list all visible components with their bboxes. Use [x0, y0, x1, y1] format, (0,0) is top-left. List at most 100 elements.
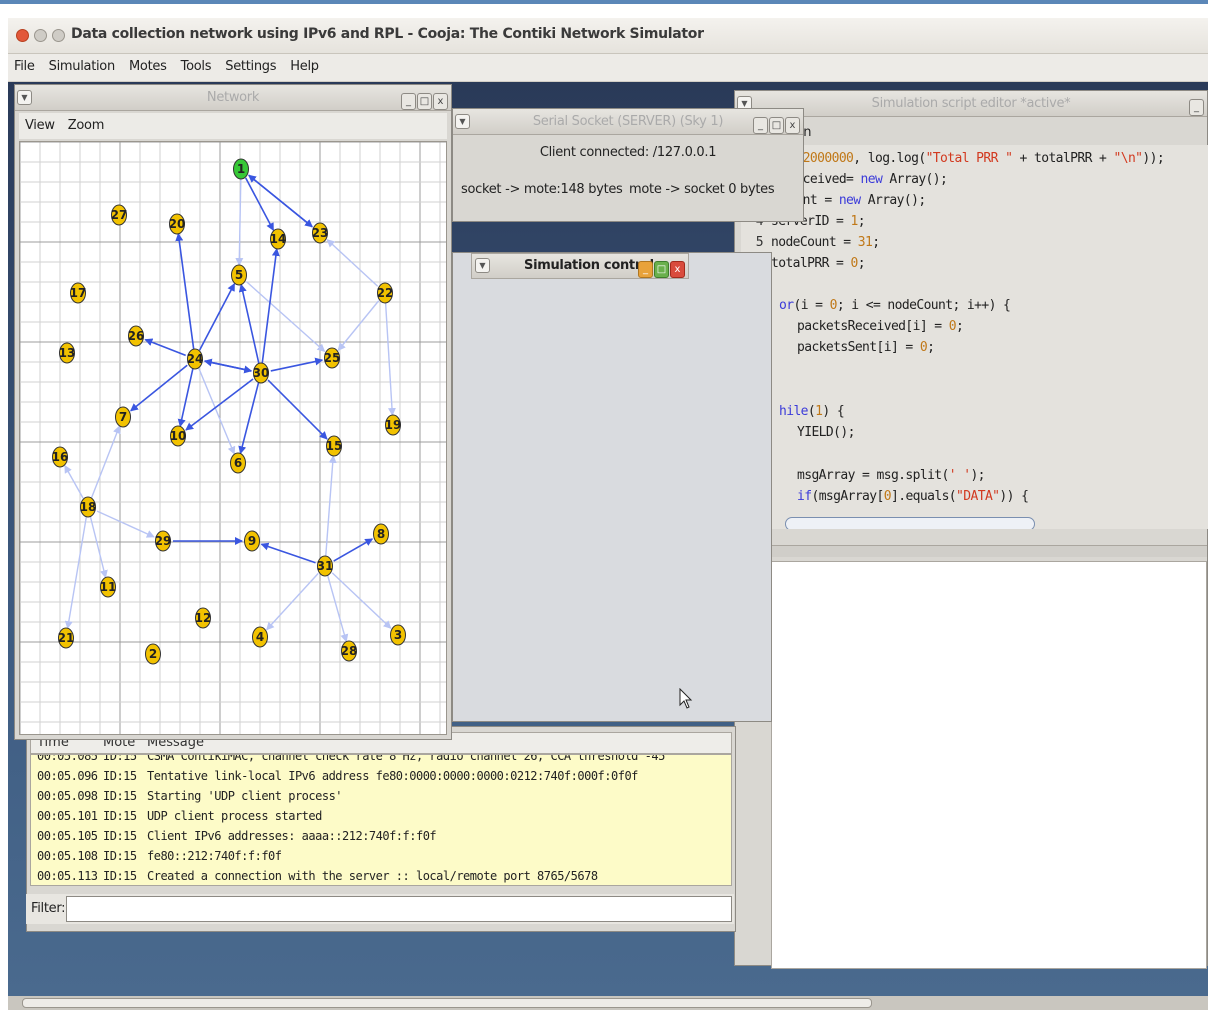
mote-node[interactable]: 6 — [230, 452, 246, 474]
filter-input[interactable] — [66, 896, 732, 922]
mote-to-socket-stat: mote -> socket 0 bytes — [629, 182, 775, 197]
mote-node-label: 21 — [58, 631, 75, 645]
sim-control-buttons: _ □ x — [637, 257, 685, 278]
network-link — [238, 283, 260, 364]
mote-node[interactable]: 13 — [59, 342, 76, 364]
mote-node[interactable]: 4 — [252, 626, 268, 648]
code-horizontal-scrollbar[interactable] — [785, 517, 1035, 529]
mote-node-label: 18 — [80, 500, 97, 514]
mote-node[interactable]: 18 — [80, 496, 97, 518]
serial-socket-close-icon[interactable]: x — [785, 117, 800, 134]
mote-node[interactable]: 23 — [312, 222, 329, 244]
mote-node[interactable]: 15 — [326, 435, 343, 457]
mote-node-label: 23 — [312, 226, 329, 240]
mote-node-label: 22 — [377, 286, 394, 300]
network-window: Network ▼ _ □ x View Zoom 1 27 20 14 23 5 17 22 26… — [14, 84, 452, 740]
menu-help[interactable]: Help — [284, 54, 321, 74]
network-link — [267, 379, 328, 440]
mote-node[interactable]: 21 — [58, 627, 75, 649]
network-link — [203, 358, 252, 372]
script-split-divider[interactable] — [771, 545, 1207, 557]
serial-socket-maximize-icon[interactable]: □ — [769, 117, 784, 134]
network-title: Network — [206, 90, 260, 105]
top-accent-line — [0, 0, 1208, 4]
sim-control-titlebar: ▼ Simulation control _ □ x — [471, 253, 689, 279]
window-close-icon[interactable] — [16, 29, 29, 42]
mote-node[interactable]: 17 — [70, 282, 87, 304]
mote-node[interactable]: 28 — [341, 640, 358, 662]
network-menu-icon[interactable]: ▼ — [17, 90, 32, 105]
mote-node[interactable]: 1 — [233, 158, 249, 180]
mote-node-label: 29 — [155, 534, 172, 548]
network-link — [175, 232, 195, 350]
mote-node-label: 24 — [187, 352, 204, 366]
window-maximize-icon[interactable] — [52, 29, 65, 42]
mote-node[interactable]: 7 — [115, 406, 131, 428]
script-editor-window: Simulation script editor *active* ▼ _ un… — [734, 90, 1208, 969]
mote-node[interactable]: 26 — [128, 325, 145, 347]
menu-file[interactable]: File — [8, 54, 38, 74]
menu-motes[interactable]: Motes — [123, 54, 170, 74]
mote-node-label: 3 — [394, 628, 402, 642]
mote-node[interactable]: 30 — [253, 362, 270, 384]
bottom-scrollbar-thumb[interactable] — [22, 998, 872, 1008]
network-link — [327, 575, 349, 643]
mote-node[interactable]: 22 — [377, 282, 394, 304]
network-minimize-icon[interactable]: _ — [401, 93, 416, 110]
serial-socket-minimize-icon[interactable]: _ — [753, 117, 768, 134]
mote-node[interactable]: 19 — [385, 414, 402, 436]
mote-node[interactable]: 8 — [373, 523, 389, 545]
window-minimize-icon[interactable] — [34, 29, 47, 42]
serial-socket-menu-icon[interactable]: ▼ — [455, 114, 470, 129]
sim-control-menu-icon[interactable]: ▼ — [475, 258, 490, 273]
script-editor-minimize-icon[interactable]: _ — [1189, 99, 1204, 116]
mote-node[interactable]: 10 — [170, 425, 187, 447]
simulation-control-window: ▼ Simulation control _ □ x — [452, 252, 772, 722]
network-link — [198, 282, 236, 351]
network-graph[interactable]: 1 27 20 14 23 5 17 22 26 13 24 25 30 7 19 10 15 16 6 18 8 29 9… — [19, 141, 447, 735]
mote-node[interactable]: 16 — [52, 446, 69, 468]
mote-node[interactable]: 31 — [317, 555, 334, 577]
menu-simulation[interactable]: Simulation — [43, 54, 118, 74]
sim-control-maximize-icon[interactable]: □ — [654, 261, 669, 278]
socket-to-mote-stat: socket -> mote:148 bytes — [461, 182, 623, 197]
mote-node[interactable]: 9 — [244, 530, 260, 552]
network-link — [177, 368, 194, 428]
network-menu-zoom[interactable]: Zoom — [62, 113, 107, 133]
network-link — [89, 516, 108, 579]
mote-node[interactable]: 24 — [187, 348, 204, 370]
serial-socket-window: Serial Socket (SERVER) (Sky 1) ▼ _ □ x Cli… — [452, 108, 804, 222]
mote-node-label: 26 — [128, 329, 145, 343]
network-link — [260, 542, 316, 564]
network-link — [337, 300, 380, 352]
mote-node[interactable]: 20 — [169, 213, 186, 235]
mote-node-label: 6 — [234, 456, 242, 470]
mote-node[interactable]: 11 — [100, 576, 117, 598]
mote-node[interactable]: 14 — [270, 228, 287, 250]
mote-node[interactable]: 2 — [145, 643, 161, 665]
mote-node[interactable]: 27 — [111, 204, 128, 226]
network-link — [245, 281, 326, 353]
network-close-icon[interactable]: x — [433, 93, 448, 110]
mote-node-label: 14 — [270, 232, 287, 246]
menu-tools[interactable]: Tools — [175, 54, 215, 74]
network-graph-svg[interactable]: 1272014 23517 222613 24 2530719101516 618829 9… — [20, 142, 447, 735]
network-maximize-icon[interactable]: □ — [417, 93, 432, 110]
sim-control-close-icon[interactable]: x — [670, 261, 685, 278]
script-editor-buttons: _ — [1188, 95, 1204, 116]
mote-node[interactable]: 29 — [155, 530, 172, 552]
mote-node[interactable]: 12 — [195, 607, 212, 629]
mote-node[interactable]: 3 — [390, 624, 406, 646]
mote-node-label: 27 — [111, 208, 128, 222]
log-filter-row: Filter: — [26, 894, 734, 924]
script-code-editor[interactable]: T(12000000, log.log("Total PRR " + total… — [741, 145, 1208, 529]
network-menu-view[interactable]: View — [19, 113, 58, 133]
mote-node[interactable]: 25 — [324, 347, 341, 369]
mote-node[interactable]: 5 — [231, 264, 247, 286]
sim-control-minimize-icon[interactable]: _ — [638, 261, 653, 278]
menu-settings[interactable]: Settings — [219, 54, 279, 74]
network-link — [384, 302, 396, 417]
bottom-scrollbar[interactable] — [8, 996, 1208, 1010]
mote-node-label: 5 — [235, 268, 243, 282]
network-link — [96, 510, 155, 538]
